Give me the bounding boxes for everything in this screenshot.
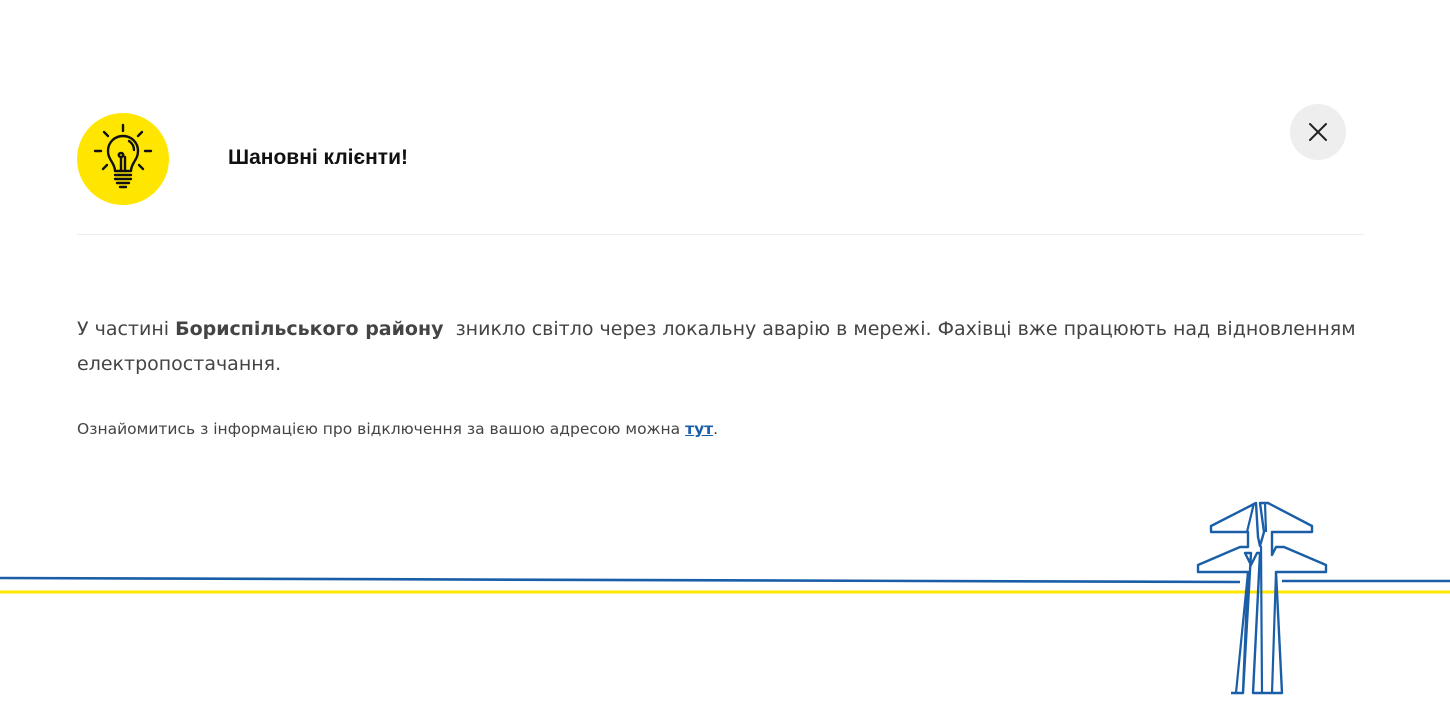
info-link[interactable]: тут [685,420,713,438]
lightbulb-icon [77,113,169,205]
power-line-tower-illustration [0,501,1450,695]
info-trailing: . [713,420,719,438]
header-divider [77,234,1364,235]
info-text: Ознайомитись з інформацією про відключен… [77,420,686,438]
address-info: Ознайомитись з інформацією про відключен… [77,417,1277,441]
outage-message: У частині Бориспільського району зникло … [77,312,1367,382]
district-name: Бориспільського району [175,318,444,340]
message-prefix: У частині [77,318,176,340]
close-button[interactable] [1290,104,1346,160]
close-icon [1309,123,1327,141]
outage-dialog: Шановні клієнти! У частині Бориспільсько… [0,0,1450,715]
dialog-title: Шановні клієнти! [228,146,408,169]
